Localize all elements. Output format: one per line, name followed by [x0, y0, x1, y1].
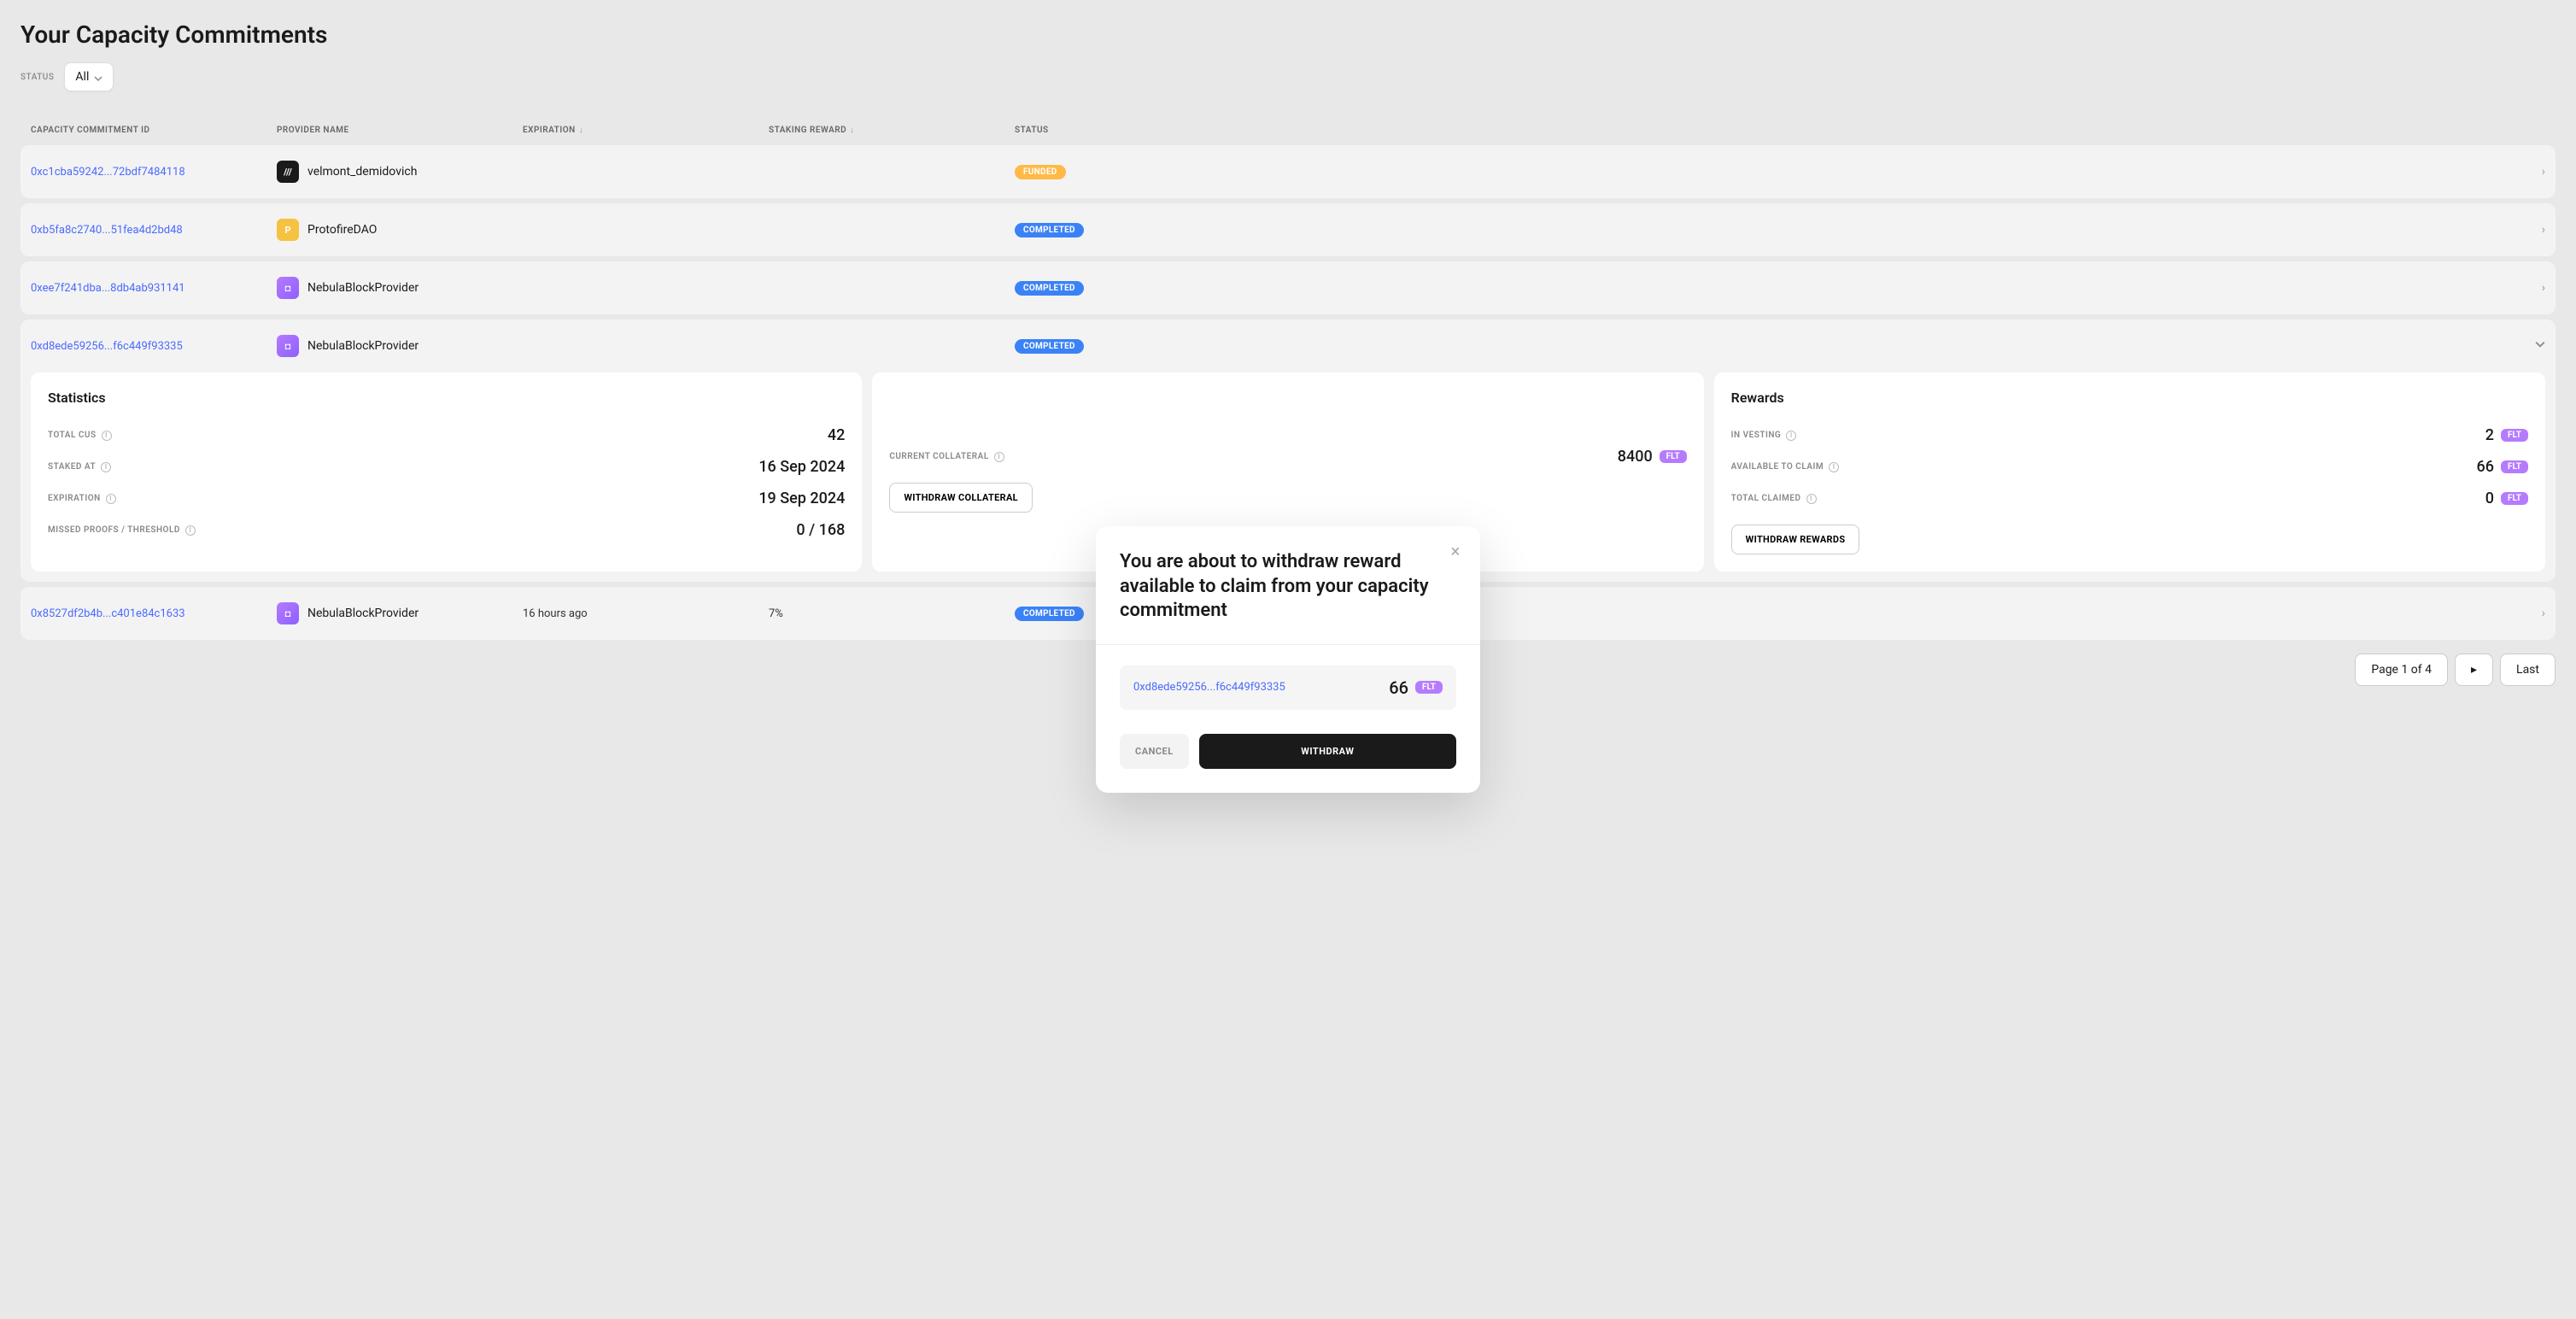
withdraw-button[interactable]: WITHDRAW: [1199, 734, 1456, 769]
modal-backdrop: × You are about to withdraw reward avail…: [0, 0, 2576, 1319]
withdraw-modal: × You are about to withdraw reward avail…: [1096, 526, 1480, 793]
divider: [1096, 644, 1480, 645]
modal-info-row: 0xd8ede59256...f6c449f93335 66 FLT: [1120, 665, 1456, 710]
close-icon[interactable]: ×: [1446, 542, 1465, 560]
modal-title: You are about to withdraw reward availab…: [1120, 550, 1456, 624]
token-badge: FLT: [1415, 681, 1443, 694]
modal-commitment-id[interactable]: 0xd8ede59256...f6c449f93335: [1133, 681, 1285, 694]
modal-amount: 66 FLT: [1389, 677, 1443, 698]
cancel-button[interactable]: CANCEL: [1120, 734, 1189, 769]
modal-actions: CANCEL WITHDRAW: [1120, 734, 1456, 769]
